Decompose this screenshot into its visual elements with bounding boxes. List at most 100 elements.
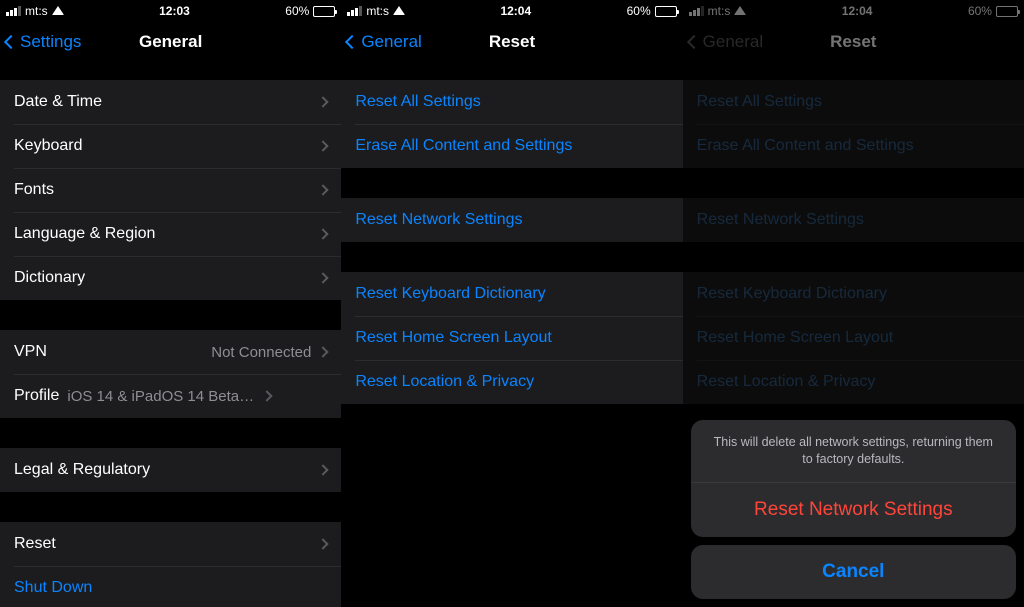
chevron-right-icon xyxy=(318,272,329,283)
row-label: Legal & Regulatory xyxy=(14,461,150,479)
row-label: Erase All Content and Settings xyxy=(355,137,572,155)
carrier-label: mt:s xyxy=(708,4,731,18)
group-general-prefs: Date & Time Keyboard Fonts Language & Re… xyxy=(0,80,341,300)
battery-percent: 60% xyxy=(968,4,992,18)
row-fonts[interactable]: Fonts xyxy=(0,168,341,212)
chevron-right-icon xyxy=(318,184,329,195)
status-bar: mt:s 12:03 60% xyxy=(0,0,341,20)
chevron-left-icon xyxy=(4,35,18,49)
page-title: Reset xyxy=(489,32,535,52)
group-reset-b: Reset Network Settings xyxy=(341,198,682,242)
screen-general: mt:s 12:03 60% Settings General Date & T… xyxy=(0,0,341,607)
chevron-right-icon xyxy=(262,390,273,401)
row-keyboard[interactable]: Keyboard xyxy=(0,124,341,168)
group-legal: Legal & Regulatory xyxy=(0,448,341,492)
row-label: Reset Home Screen Layout xyxy=(355,329,552,347)
screen-reset: mt:s 12:04 60% General Reset Reset All S… xyxy=(341,0,682,607)
row-label: Language & Region xyxy=(14,225,155,243)
page-title: General xyxy=(139,32,202,52)
chevron-left-icon xyxy=(687,35,701,49)
signal-bars-icon xyxy=(347,6,362,16)
row-reset-all-settings[interactable]: Reset All Settings xyxy=(341,80,682,124)
row-legal[interactable]: Legal & Regulatory xyxy=(0,448,341,492)
clock: 12:03 xyxy=(64,4,286,18)
row-label: Reset All Settings xyxy=(355,93,480,111)
group-reset-b: Reset Network Settings xyxy=(683,198,1024,242)
row-label: Date & Time xyxy=(14,93,102,111)
group-reset-a: Reset All Settings Erase All Content and… xyxy=(341,80,682,168)
row-vpn[interactable]: VPN Not Connected xyxy=(0,330,341,374)
row-label: Keyboard xyxy=(14,137,83,155)
row-reset-network: Reset Network Settings xyxy=(683,198,1024,242)
clock: 12:04 xyxy=(746,4,968,18)
group-reset-a: Reset All Settings Erase All Content and… xyxy=(683,80,1024,168)
group-reset-c: Reset Keyboard Dictionary Reset Home Scr… xyxy=(341,272,682,404)
battery-icon xyxy=(996,6,1018,17)
row-value: iOS 14 & iPadOS 14 Beta Softwar... xyxy=(67,388,255,405)
nav-bar: Settings General xyxy=(0,20,341,64)
back-button[interactable]: General xyxy=(347,20,421,64)
row-label: Dictionary xyxy=(14,269,85,287)
reset-list: Reset All Settings Erase All Content and… xyxy=(341,80,682,404)
wifi-icon xyxy=(734,6,746,15)
wifi-icon xyxy=(52,6,64,15)
row-label: Reset Keyboard Dictionary xyxy=(697,285,887,303)
signal-bars-icon xyxy=(689,6,704,16)
row-reset-all-settings: Reset All Settings xyxy=(683,80,1024,124)
row-dictionary[interactable]: Dictionary xyxy=(0,256,341,300)
row-erase-all[interactable]: Erase All Content and Settings xyxy=(341,124,682,168)
row-shut-down[interactable]: Shut Down xyxy=(0,566,341,607)
row-reset-keyboard-dict[interactable]: Reset Keyboard Dictionary xyxy=(341,272,682,316)
row-profile[interactable]: Profile iOS 14 & iPadOS 14 Beta Softwar.… xyxy=(0,374,341,418)
row-label: Reset Location & Privacy xyxy=(355,373,534,391)
screen-reset-confirm: mt:s 12:04 60% General Reset Reset All S… xyxy=(683,0,1024,607)
row-label: Reset Home Screen Layout xyxy=(697,329,894,347)
signal-bars-icon xyxy=(6,6,21,16)
carrier-label: mt:s xyxy=(366,4,389,18)
row-reset-network[interactable]: Reset Network Settings xyxy=(341,198,682,242)
row-language-region[interactable]: Language & Region xyxy=(0,212,341,256)
row-label: Reset Keyboard Dictionary xyxy=(355,285,545,303)
cancel-button[interactable]: Cancel xyxy=(691,545,1016,599)
row-label: Reset All Settings xyxy=(697,93,822,111)
row-label: Reset Network Settings xyxy=(697,211,864,229)
action-sheet-cancel: Cancel xyxy=(691,545,1016,599)
carrier-label: mt:s xyxy=(25,4,48,18)
battery-percent: 60% xyxy=(627,4,651,18)
row-reset[interactable]: Reset xyxy=(0,522,341,566)
row-date-time[interactable]: Date & Time xyxy=(0,80,341,124)
action-sheet-card: This will delete all network settings, r… xyxy=(691,420,1016,537)
row-reset-home-layout[interactable]: Reset Home Screen Layout xyxy=(341,316,682,360)
action-sheet-message: This will delete all network settings, r… xyxy=(691,420,1016,482)
group-reset-c: Reset Keyboard Dictionary Reset Home Scr… xyxy=(683,272,1024,404)
group-vpn-profiles: VPN Not Connected Profile iOS 14 & iPadO… xyxy=(0,330,341,418)
row-erase-all: Erase All Content and Settings xyxy=(683,124,1024,168)
row-label: Erase All Content and Settings xyxy=(697,137,914,155)
reset-list: Reset All Settings Erase All Content and… xyxy=(683,80,1024,404)
page-title: Reset xyxy=(830,32,876,52)
row-label: Reset xyxy=(14,535,56,553)
back-button: General xyxy=(689,20,763,64)
back-label: Settings xyxy=(20,32,81,52)
chevron-left-icon xyxy=(345,35,359,49)
status-bar: mt:s 12:04 60% xyxy=(683,0,1024,20)
group-reset: Reset Shut Down xyxy=(0,522,341,607)
chevron-right-icon xyxy=(318,96,329,107)
chevron-right-icon xyxy=(318,140,329,151)
nav-bar: General Reset xyxy=(683,20,1024,64)
confirm-reset-network-button[interactable]: Reset Network Settings xyxy=(691,483,1016,537)
row-label: VPN xyxy=(14,343,47,361)
chevron-right-icon xyxy=(318,228,329,239)
battery-icon xyxy=(655,6,677,17)
battery-percent: 60% xyxy=(285,4,309,18)
clock: 12:04 xyxy=(405,4,627,18)
row-value: Not Connected xyxy=(211,344,311,361)
row-reset-home-layout: Reset Home Screen Layout xyxy=(683,316,1024,360)
action-sheet: This will delete all network settings, r… xyxy=(691,420,1016,599)
chevron-right-icon xyxy=(318,464,329,475)
row-label: Fonts xyxy=(14,181,54,199)
row-reset-location-privacy[interactable]: Reset Location & Privacy xyxy=(341,360,682,404)
back-label: General xyxy=(361,32,421,52)
back-button[interactable]: Settings xyxy=(6,20,81,64)
nav-bar: General Reset xyxy=(341,20,682,64)
